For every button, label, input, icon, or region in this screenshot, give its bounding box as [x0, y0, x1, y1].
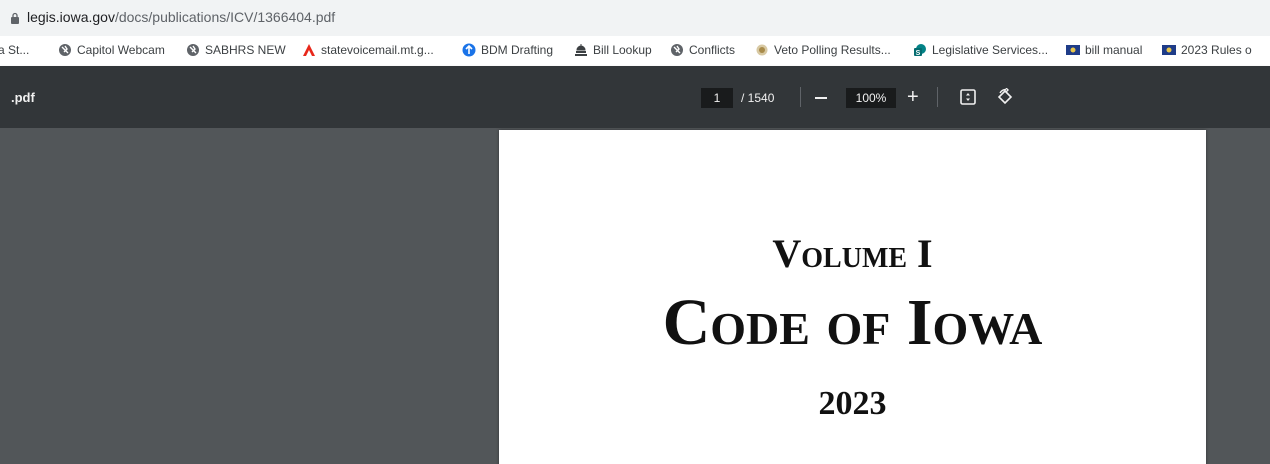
flag-icon	[1066, 45, 1080, 55]
toolbar-divider	[937, 87, 938, 107]
url-text[interactable]: legis.iowa.gov/docs/publications/ICV/136…	[27, 9, 335, 25]
bookmark-label: Capitol Webcam	[77, 43, 165, 57]
toolbar-divider	[800, 87, 801, 107]
page-number-input[interactable]: 1	[701, 88, 733, 108]
bookmark-label: statevoicemail.mt.g...	[321, 43, 434, 57]
lock-icon[interactable]	[10, 12, 20, 24]
fit-page-icon[interactable]	[960, 89, 976, 105]
bookmark-label: bill manual	[1085, 43, 1143, 57]
globe-icon	[59, 44, 71, 56]
bookmark-conflicts[interactable]: Conflicts	[670, 43, 735, 57]
bookmark-label: Veto Polling Results...	[774, 43, 891, 57]
bookmark-sabhrs[interactable]: SABHRS NEW	[186, 43, 286, 57]
bookmark-label: 2023 Rules o	[1181, 43, 1252, 57]
seal-icon	[756, 44, 768, 56]
capitol-icon	[575, 44, 587, 56]
bookmark-statevoicemail[interactable]: statevoicemail.mt.g...	[302, 43, 434, 57]
flag-icon	[1162, 45, 1176, 55]
document-title: Code of Iowa	[662, 286, 1043, 359]
zoom-input[interactable]: 100%	[846, 88, 896, 108]
bookmark-label: Conflicts	[689, 43, 736, 57]
url-host: legis.iowa.gov	[27, 9, 115, 25]
svg-text:S: S	[916, 50, 921, 57]
bookmark-label: SABHRS NEW	[205, 43, 286, 57]
bookmark-bill-lookup[interactable]: Bill Lookup	[574, 43, 652, 57]
page-total: / 1540	[741, 91, 775, 105]
bookmark-label: Bill Lookup	[593, 43, 652, 57]
bookmark-label: BDM Drafting	[481, 43, 554, 57]
document-year: 2023	[818, 385, 887, 422]
acrobat-icon	[303, 44, 315, 56]
pdf-viewer[interactable]: Volume I Code of Iowa 2023	[0, 128, 1270, 464]
bookmark-item[interactable]: a St...	[0, 43, 29, 57]
rotate-icon[interactable]	[996, 88, 1014, 106]
volume-heading: Volume I	[772, 231, 933, 276]
bookmark-label: a St...	[0, 43, 30, 57]
pdf-toolbar: .pdf 1 / 1540 100% +	[0, 66, 1270, 128]
bookmark-veto-polling[interactable]: Veto Polling Results...	[755, 43, 891, 57]
zoom-in-button[interactable]: +	[907, 86, 919, 108]
bookmark-bdm-drafting[interactable]: BDM Drafting	[462, 43, 553, 57]
pdf-page: Volume I Code of Iowa 2023	[499, 130, 1206, 464]
bookmarks-bar: a St... Capitol Webcam SABHRS NEW statev…	[0, 36, 1270, 66]
sharepoint-icon: S	[914, 44, 926, 57]
globe-icon	[671, 44, 683, 56]
address-bar[interactable]: legis.iowa.gov/docs/publications/ICV/136…	[0, 0, 1270, 36]
bookmark-bill-manual[interactable]: bill manual	[1066, 43, 1142, 57]
bookmark-2023-rules[interactable]: 2023 Rules o	[1162, 43, 1252, 57]
pdf-title: .pdf	[11, 90, 35, 105]
bookmark-capitol-webcam[interactable]: Capitol Webcam	[58, 43, 165, 57]
url-path: /docs/publications/ICV/1366404.pdf	[114, 9, 336, 25]
globe-icon	[187, 44, 199, 56]
bookmark-legislative-services[interactable]: S Legislative Services...	[913, 43, 1048, 57]
zoom-out-button[interactable]	[815, 97, 827, 99]
bookmark-label: Legislative Services...	[932, 43, 1049, 57]
ship-wheel-icon	[462, 43, 476, 57]
